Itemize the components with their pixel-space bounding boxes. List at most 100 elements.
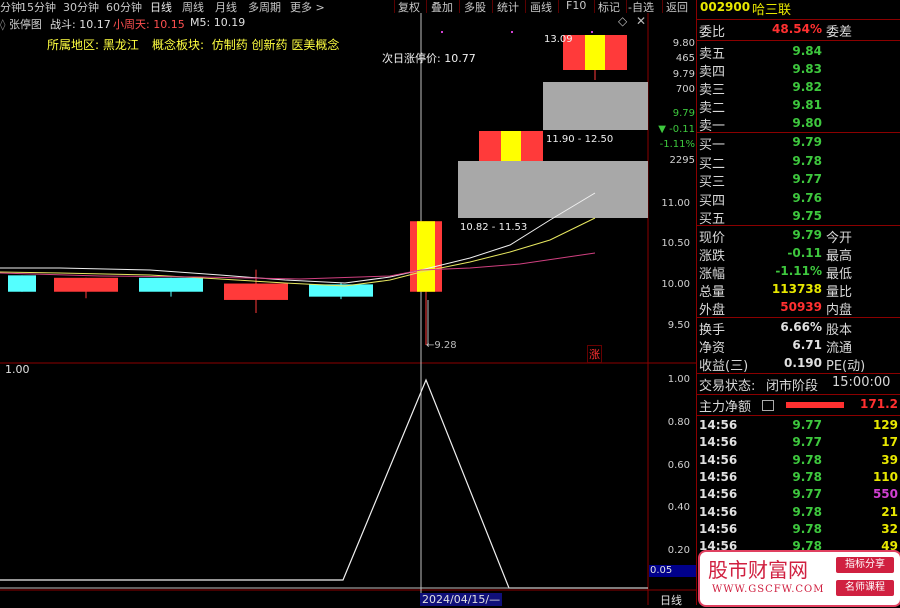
price-axis-label: 9.50 (667, 320, 690, 331)
stat-right-label: 今开 (826, 231, 853, 246)
stat-right-label: 量比 (826, 285, 853, 300)
projected-candle-2-core (585, 35, 605, 70)
indicator-current-value: 0.05 (649, 565, 697, 577)
tick-time: 14:56 (699, 521, 738, 536)
stat-label: 涨跌 (699, 249, 726, 264)
tick-volume: 39 (881, 452, 898, 467)
mini-axis-value: 2295 (669, 155, 695, 166)
net-flow-bar (786, 402, 844, 408)
fundamental-label: 净资 (699, 341, 726, 356)
fundamental-label: 换手 (699, 323, 726, 338)
trade-time: 15:00:00 (832, 375, 891, 390)
tick-time: 14:56 (699, 452, 738, 467)
price-axis-label: 10.00 (661, 279, 690, 290)
fundamental-label: 收益(三) (699, 359, 749, 374)
trade-status-label: 交易状态: (699, 379, 756, 394)
ask-level-price[interactable]: 9.83 (770, 62, 822, 76)
share-indicator-button[interactable]: 指标分享 (836, 557, 894, 573)
tick-volume: 110 (872, 469, 898, 484)
ask-level-price[interactable]: 9.84 (770, 44, 822, 58)
weibi-label: 委比 (699, 25, 726, 40)
watermark-box: 股市财富网 WWW.GSCFW.COM 指标分享 名师课程 (698, 550, 900, 607)
tick-price: 9.77 (792, 435, 822, 450)
ask-level-price[interactable]: 9.80 (770, 116, 822, 130)
stock-name: 哈三联 (752, 3, 792, 18)
price-chart[interactable] (0, 0, 696, 605)
indicator-axis-label: 0.60 (667, 460, 690, 471)
fundamental-right-label: 股本 (826, 323, 853, 338)
stat-value: 113738 (771, 282, 822, 296)
tick-price: 9.78 (792, 469, 822, 484)
fundamental-value: 0.190 (784, 356, 822, 370)
tick-volume: 17 (881, 435, 898, 450)
projected-zone-1 (458, 161, 648, 218)
tick-time: 14:56 (699, 435, 738, 450)
bid-level-price[interactable]: 9.75 (770, 209, 822, 223)
weibi-value: 48.54% (772, 22, 822, 36)
indicator-line (0, 378, 648, 589)
indicator-axis-label: 0.80 (667, 417, 690, 428)
indicator-axis-label: 0.20 (667, 545, 690, 556)
tick-time: 14:56 (699, 418, 738, 432)
tick-price: 9.78 (792, 521, 822, 536)
price-axis-label: 11.00 (661, 198, 690, 209)
fundamental-right-label: PE(动) (826, 359, 866, 374)
bid-level-price[interactable]: 9.76 (770, 191, 822, 205)
candle-body (8, 275, 36, 292)
tick-time: 14:56 (699, 487, 738, 502)
tick-price: 9.77 (792, 487, 822, 502)
stat-label: 总量 (699, 285, 726, 300)
mini-axis-value: 700 (675, 84, 695, 95)
stat-value: 50939 (780, 300, 822, 314)
mini-axis-value: -1.11% (659, 139, 695, 150)
stat-right-label: 最高 (826, 249, 853, 264)
ask-level-label: 卖三 (699, 83, 726, 98)
ask-level-label: 卖四 (699, 65, 726, 80)
low-value-label: ←9.28 (426, 340, 457, 351)
bid-level-price[interactable]: 9.78 (770, 154, 822, 168)
ma-line-magenta (0, 252, 596, 280)
watermark-url: WWW.GSCFW.COM (712, 584, 825, 595)
indicator-axis-label: 1.00 (667, 374, 690, 385)
stat-label: 涨幅 (699, 267, 726, 282)
zone-label-2: 11.90 - 12.50 (546, 134, 614, 145)
bid-level-price[interactable]: 9.79 (770, 135, 822, 149)
top-value-label: 13.09 (544, 34, 573, 45)
indicator-left-label: 1.00 (5, 363, 30, 376)
zone-label-1: 10.82 - 11.53 (460, 222, 528, 233)
trade-status: 闭市阶段 (766, 379, 819, 394)
net-flow-menu-icon[interactable] (762, 400, 774, 411)
weicha-label: 委差 (826, 25, 853, 40)
tick-volume: 129 (872, 418, 898, 432)
tick-time: 14:56 (699, 504, 738, 519)
course-button[interactable]: 名师课程 (836, 580, 894, 596)
ask-level-label: 卖五 (699, 47, 726, 62)
limit-up-candle-core (417, 221, 435, 292)
stat-value: -1.11% (775, 264, 822, 278)
bid-level-label: 买二 (699, 156, 726, 172)
bid-level-label: 买三 (699, 175, 726, 190)
watermark-title: 股市财富网 (708, 558, 808, 582)
tick-volume: 550 (872, 487, 898, 502)
bid-level-price[interactable]: 9.77 (770, 172, 822, 186)
mini-axis-value: 9.79 (672, 108, 695, 119)
ask-level-label: 卖二 (699, 101, 726, 116)
net-flow-value: 171.2 (860, 397, 898, 411)
bid-level-label: 买一 (699, 138, 726, 153)
stat-value: -0.11 (787, 246, 822, 260)
mini-axis-value: ▼ -0.11 (658, 124, 695, 135)
fundamental-value: 6.71 (792, 338, 822, 352)
stat-label: 外盘 (699, 303, 726, 318)
mini-axis-value: 9.79 (672, 69, 695, 80)
price-axis-label: 10.50 (661, 238, 690, 249)
next-limit-price: 次日涨停价: 10.77 (382, 52, 476, 65)
projected-candle-1-core (501, 131, 521, 161)
tick-volume: 32 (881, 521, 898, 536)
net-flow-label: 主力净额 (699, 400, 752, 415)
period-label: 日线 (660, 594, 682, 607)
tick-price: 9.78 (792, 452, 822, 467)
indicator-axis-label: 0.40 (667, 502, 690, 513)
ask-level-price[interactable]: 9.81 (770, 98, 822, 112)
fundamental-value: 6.66% (780, 320, 822, 334)
ask-level-price[interactable]: 9.82 (770, 80, 822, 94)
